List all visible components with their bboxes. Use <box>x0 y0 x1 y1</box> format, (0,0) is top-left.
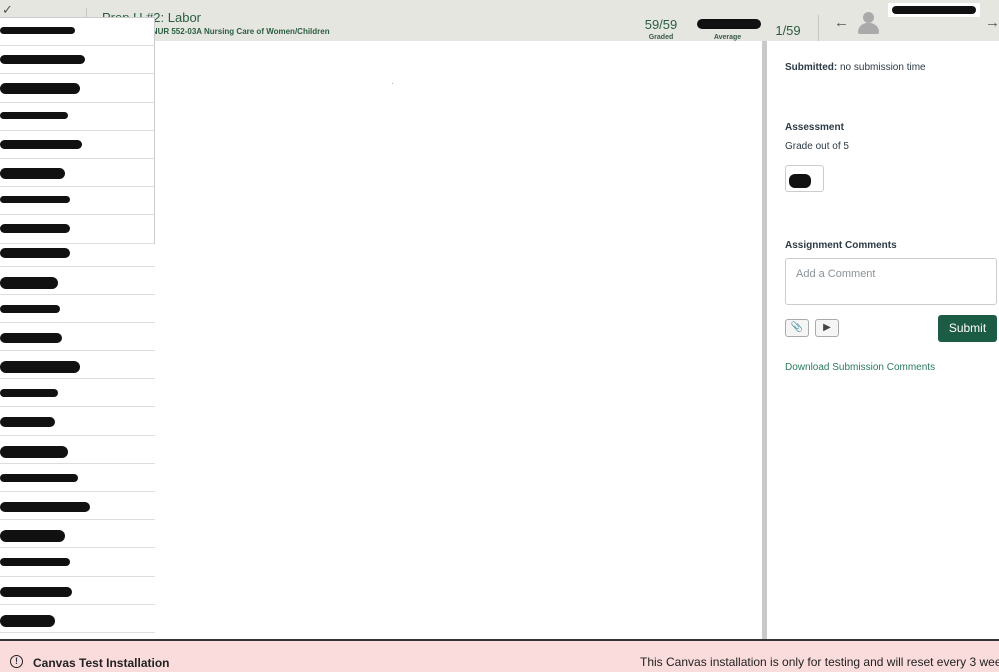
position-value: 1/59 <box>775 23 801 38</box>
student-list-item[interactable] <box>0 605 155 633</box>
student-list-item[interactable] <box>0 464 155 492</box>
redacted-name <box>0 361 80 374</box>
banner-message: This Canvas installation is only for tes… <box>640 655 999 669</box>
submit-button[interactable]: Submit <box>938 315 997 342</box>
redacted-name <box>0 586 72 597</box>
redacted-name <box>0 276 58 289</box>
student-list-item[interactable] <box>0 407 155 436</box>
average-label: Average <box>713 34 742 41</box>
redacted-name <box>0 167 65 179</box>
redacted-name <box>0 530 65 543</box>
student-list-item[interactable] <box>0 548 155 577</box>
redacted-name <box>0 27 75 34</box>
redacted-name <box>0 389 58 398</box>
redacted-name <box>0 248 70 259</box>
dropdown-option[interactable] <box>0 131 154 159</box>
assessment-heading: Assessment <box>785 122 844 133</box>
warning-icon: ! <box>10 655 23 668</box>
student-dropdown[interactable] <box>0 17 155 244</box>
check-icon[interactable]: ✓ <box>2 2 13 18</box>
redacted-name <box>0 139 82 149</box>
arrow-right-icon[interactable]: → <box>985 14 999 31</box>
comments-heading: Assignment Comments <box>785 240 897 251</box>
grade-input[interactable] <box>785 165 824 192</box>
student-position: 1/59 <box>772 23 804 38</box>
paperclip-icon[interactable]: 📎 <box>785 319 809 337</box>
redacted-name <box>0 111 68 119</box>
submitted-info: Submitted: no submission time <box>785 62 926 73</box>
graded-label: Graded <box>648 34 674 41</box>
student-list-item[interactable] <box>0 379 155 408</box>
redacted-name <box>0 332 62 343</box>
student-list-item[interactable] <box>0 295 155 323</box>
redacted-name <box>0 55 85 65</box>
redacted-name <box>0 304 60 313</box>
redacted-name <box>0 558 70 567</box>
redacted-name <box>0 196 70 204</box>
dropdown-option[interactable] <box>0 103 154 131</box>
student-list-item[interactable] <box>0 520 155 549</box>
download-comments-link[interactable]: Download Submission Comments <box>785 362 935 373</box>
submitted-value: no submission time <box>840 62 926 73</box>
student-list-item[interactable] <box>0 577 155 605</box>
grade-out-of: Grade out of 5 <box>785 141 849 152</box>
dropdown-option[interactable] <box>0 74 154 103</box>
dropdown-option[interactable] <box>0 215 154 244</box>
student-list-item[interactable] <box>0 323 155 352</box>
graded-value: 59/59 <box>644 17 678 32</box>
dropdown-option[interactable] <box>0 187 154 216</box>
redacted-name <box>0 614 55 627</box>
redacted-name <box>0 417 55 428</box>
dropdown-option[interactable] <box>0 159 154 188</box>
media-icon[interactable]: ▶ <box>815 319 839 337</box>
arrow-left-icon[interactable]: ← <box>834 14 849 31</box>
test-installation-banner: ! Canvas Test Installation This Canvas i… <box>0 639 999 672</box>
student-list-item[interactable] <box>0 351 155 380</box>
student-list-item[interactable] <box>0 267 155 295</box>
average-stat: Average <box>700 17 755 41</box>
comment-textarea[interactable]: Add a Comment <box>785 258 997 305</box>
redacted-name <box>0 502 90 512</box>
student-list-item[interactable] <box>0 492 155 521</box>
student-select[interactable] <box>888 3 980 17</box>
redacted-name <box>0 473 78 482</box>
redacted-name <box>0 224 70 234</box>
divider <box>818 15 819 41</box>
redacted-name <box>0 445 68 458</box>
graded-stat: 59/59 Graded <box>640 17 682 41</box>
dropdown-option[interactable] <box>0 18 154 47</box>
document-viewer <box>392 83 393 84</box>
avatar[interactable] <box>858 12 879 34</box>
banner-title: Canvas Test Installation <box>33 656 170 670</box>
submitted-label: Submitted: <box>785 62 838 73</box>
dropdown-option[interactable] <box>0 46 154 75</box>
student-list-item[interactable] <box>0 436 155 464</box>
redacted-name <box>0 83 80 95</box>
